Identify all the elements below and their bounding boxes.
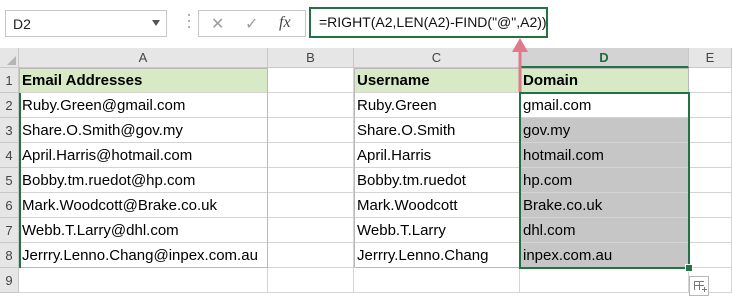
domain-cell[interactable]: inpex.com.au xyxy=(520,243,689,268)
username-cell[interactable]: Webb.T.Larry xyxy=(354,218,520,243)
row-header-3[interactable]: 3 xyxy=(0,118,19,143)
column-header-b[interactable]: B xyxy=(268,48,354,68)
domain-cell[interactable]: hotmail.com xyxy=(520,143,689,168)
domain-cell[interactable]: dhl.com xyxy=(520,218,689,243)
quick-analysis-icon[interactable] xyxy=(689,276,709,296)
cell[interactable] xyxy=(520,268,689,293)
insert-function-icon[interactable]: fx xyxy=(279,14,291,32)
username-cell[interactable]: Share.O.Smith xyxy=(354,118,520,143)
formula-bar-controls: ✕ ✓ fx xyxy=(198,10,306,37)
cell[interactable] xyxy=(268,168,354,193)
check-icon[interactable]: ✓ xyxy=(245,14,258,34)
row-header-8[interactable]: 8 xyxy=(0,243,19,268)
chevron-down-icon[interactable] xyxy=(152,20,160,26)
username-cell[interactable]: Ruby.Green xyxy=(354,93,520,118)
row-header-5[interactable]: 5 xyxy=(0,168,19,193)
active-cell[interactable]: gmail.com xyxy=(520,93,689,118)
cell[interactable] xyxy=(268,193,354,218)
email-cell[interactable]: Share.O.Smith@gov.my xyxy=(19,118,268,143)
cell[interactable] xyxy=(268,143,354,168)
domain-cell[interactable]: hp.com xyxy=(520,168,689,193)
cell[interactable] xyxy=(268,93,354,118)
email-cell[interactable]: Bobby.tm.ruedot@hp.com xyxy=(19,168,268,193)
cell[interactable] xyxy=(689,168,732,193)
name-box[interactable]: D2 xyxy=(5,10,167,37)
column-header-a[interactable]: A xyxy=(19,48,268,68)
email-cell[interactable]: April.Harris@hotmail.com xyxy=(19,143,268,168)
cell[interactable] xyxy=(689,193,732,218)
close-icon[interactable]: ✕ xyxy=(211,14,224,34)
cell[interactable] xyxy=(689,143,732,168)
header-cell-d[interactable]: Domain xyxy=(520,68,689,93)
cell[interactable] xyxy=(354,268,520,293)
cell[interactable] xyxy=(689,68,732,93)
domain-cell[interactable]: Brake.co.uk xyxy=(520,193,689,218)
cell[interactable] xyxy=(689,118,732,143)
cell[interactable] xyxy=(268,68,354,93)
formula-bar-grip-icon[interactable] xyxy=(188,14,191,32)
row-header-9[interactable]: 9 xyxy=(0,268,19,293)
fill-handle[interactable] xyxy=(685,264,693,272)
column-header-e[interactable]: E xyxy=(689,48,732,68)
formula-input[interactable]: =RIGHT(A2,LEN(A2)-FIND("@",A2)) xyxy=(309,7,548,38)
formula-text: =RIGHT(A2,LEN(A2)-FIND("@",A2)) xyxy=(319,14,547,30)
email-cell[interactable]: Jerrry.Lenno.Chang@inpex.com.au xyxy=(19,243,268,268)
row-header-2[interactable]: 2 xyxy=(0,93,19,118)
username-cell[interactable]: Jerrry.Lenno.Chang xyxy=(354,243,520,268)
cell[interactable] xyxy=(268,118,354,143)
cell[interactable] xyxy=(268,243,354,268)
cell[interactable] xyxy=(689,218,732,243)
cell[interactable] xyxy=(689,243,732,268)
email-cell[interactable]: Ruby.Green@gmail.com xyxy=(19,93,268,118)
header-cell-c[interactable]: Username xyxy=(354,68,520,93)
username-cell[interactable]: April.Harris xyxy=(354,143,520,168)
cell[interactable] xyxy=(19,268,268,293)
row-header-6[interactable]: 6 xyxy=(0,193,19,218)
column-header-d[interactable]: D xyxy=(520,48,689,68)
email-cell[interactable]: Webb.T.Larry@dhl.com xyxy=(19,218,268,243)
domain-cell[interactable]: gov.my xyxy=(520,118,689,143)
email-cell[interactable]: Mark.Woodcott@Brake.co.uk xyxy=(19,193,268,218)
select-all-button[interactable] xyxy=(0,48,19,68)
row-header-4[interactable]: 4 xyxy=(0,143,19,168)
username-cell[interactable]: Bobby.tm.ruedot xyxy=(354,168,520,193)
name-box-value: D2 xyxy=(13,16,31,32)
row-header-1[interactable]: 1 xyxy=(0,68,19,93)
row-header-7[interactable]: 7 xyxy=(0,218,19,243)
cell[interactable] xyxy=(268,218,354,243)
column-header-c[interactable]: C xyxy=(354,48,520,68)
cell[interactable] xyxy=(268,268,354,293)
username-cell[interactable]: Mark.Woodcott xyxy=(354,193,520,218)
cell[interactable] xyxy=(689,93,732,118)
header-cell-a[interactable]: Email Addresses xyxy=(19,68,268,93)
formula-bar: D2 ✕ ✓ fx =RIGHT(A2,LEN(A2)-FIND("@",A2)… xyxy=(0,0,732,48)
column-a-accent xyxy=(19,93,21,268)
